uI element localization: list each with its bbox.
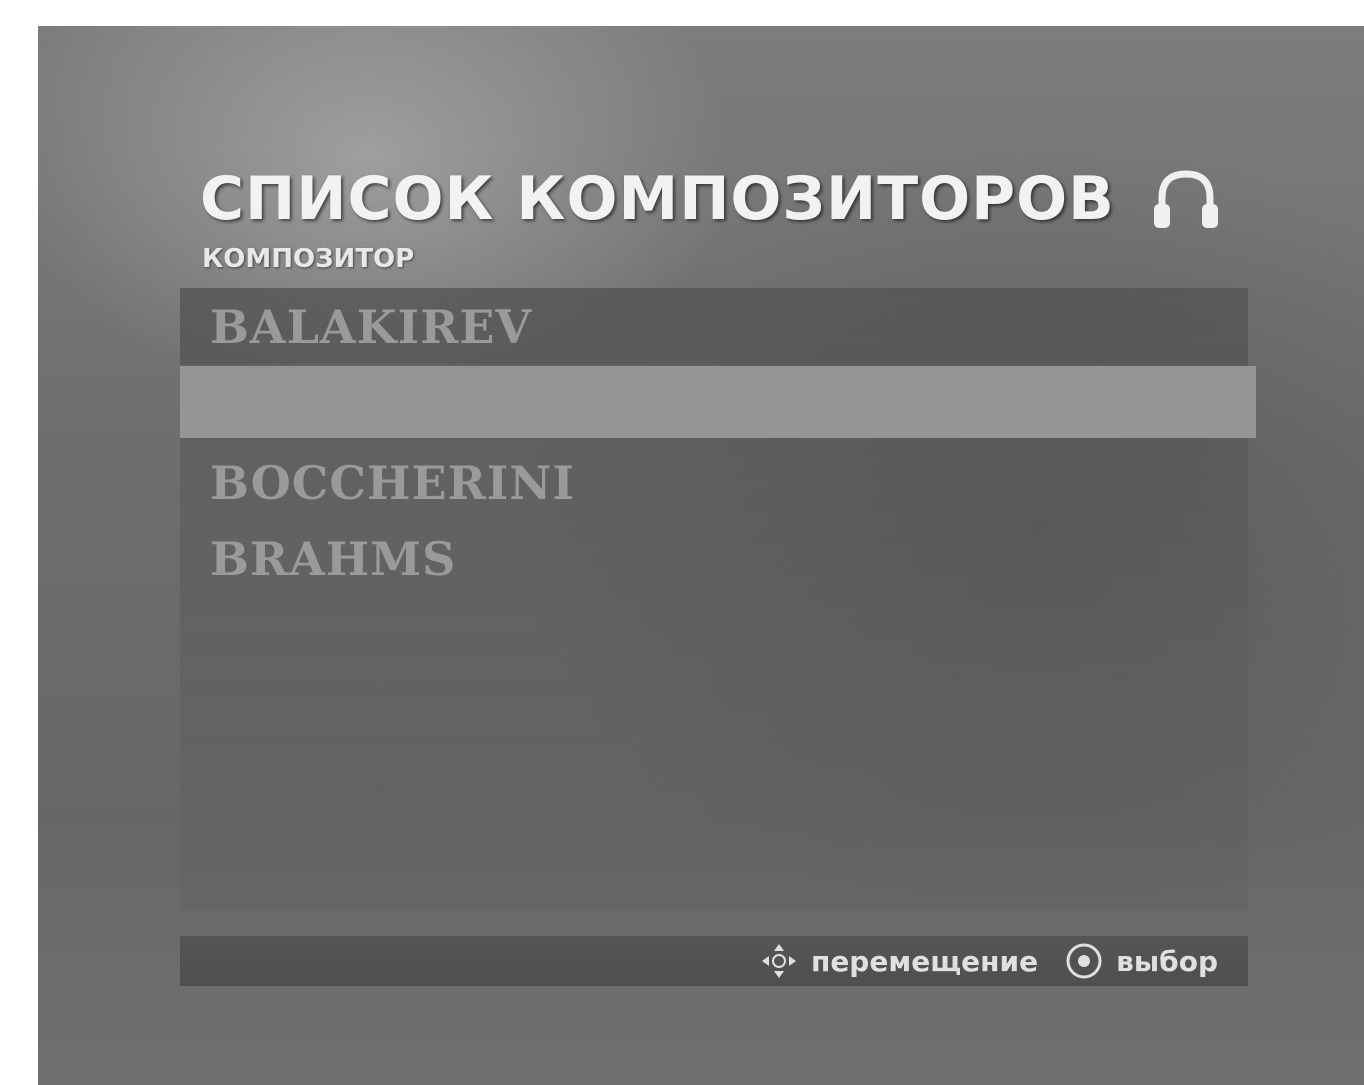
composer-name: BALAKIREV bbox=[210, 300, 533, 354]
navigation-arrows-icon bbox=[759, 941, 799, 981]
footer-hint-bar: перемещение выбор bbox=[180, 936, 1248, 986]
list-item[interactable]: BOCCHERINI bbox=[180, 444, 1248, 520]
select-hint-label: выбор bbox=[1116, 944, 1218, 978]
list-subtitle: КОМПОЗИТОР bbox=[202, 244, 415, 274]
move-hint-label: перемещение bbox=[810, 944, 1039, 978]
page-title: СПИСОК КОМПОЗИТОРОВ bbox=[200, 164, 1115, 234]
composer-name: BRAHMS bbox=[210, 532, 457, 586]
composer-list: BALAKIREV BOCCHERINI BRAHMS bbox=[180, 288, 1256, 910]
enter-button-icon bbox=[1064, 941, 1104, 981]
headphone-icon bbox=[1148, 164, 1224, 236]
dvd-menu-screen: СПИСОК КОМПОЗИТОРОВ КОМПОЗИТОР BALAKIREV… bbox=[38, 26, 1364, 1085]
list-item[interactable]: BRAHMS bbox=[180, 520, 1248, 596]
composer-name: BOCCHERINI bbox=[210, 456, 575, 510]
list-item[interactable]: BALAKIREV bbox=[180, 288, 1248, 364]
list-item-selected[interactable] bbox=[180, 366, 1256, 438]
